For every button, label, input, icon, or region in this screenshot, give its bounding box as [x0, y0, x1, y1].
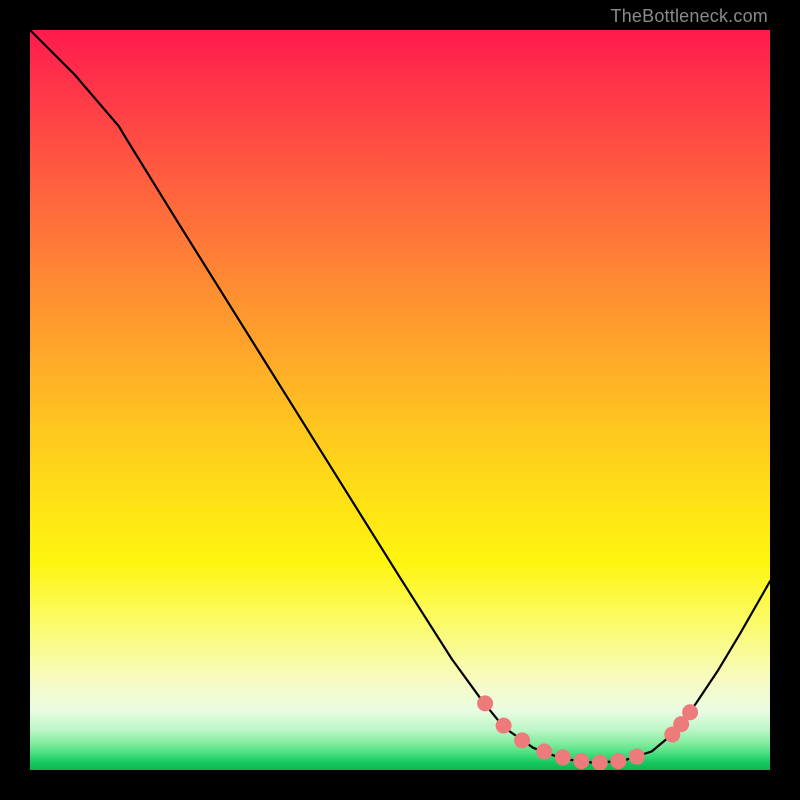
- curve-marker: [536, 744, 552, 760]
- plot-area: [30, 30, 770, 770]
- chart-frame: TheBottleneck.com: [0, 0, 800, 800]
- curve-marker: [496, 718, 512, 734]
- curve-marker: [477, 695, 493, 711]
- attribution-label: TheBottleneck.com: [611, 6, 768, 27]
- bottleneck-curve: [30, 30, 770, 763]
- curve-marker: [592, 755, 608, 770]
- curve-marker: [629, 749, 645, 765]
- curve-marker: [573, 753, 589, 769]
- curve-marker: [555, 749, 571, 765]
- curve-marker: [682, 704, 698, 720]
- curve-marker: [514, 732, 530, 748]
- curve-layer: [30, 30, 770, 770]
- curve-marker: [610, 753, 626, 769]
